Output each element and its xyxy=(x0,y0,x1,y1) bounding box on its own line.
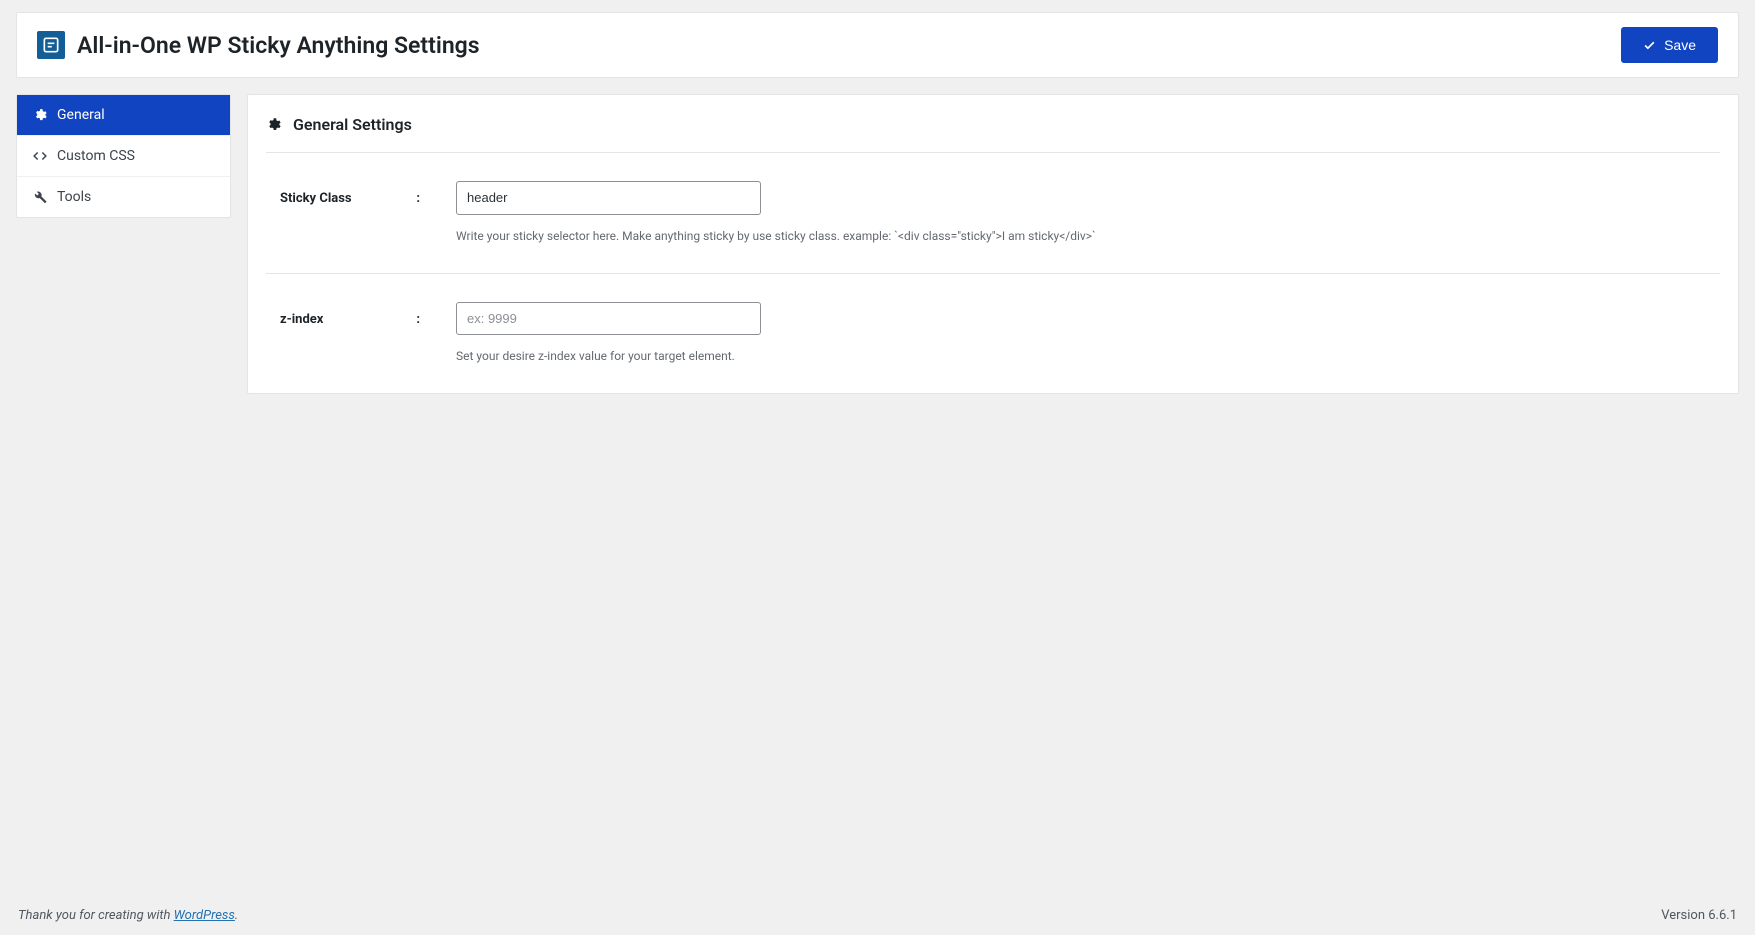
panel-title: General Settings xyxy=(266,115,1720,153)
field-input-wrap: Set your desire z-index value for your t… xyxy=(434,302,1720,366)
plugin-logo xyxy=(37,31,65,59)
wrench-icon xyxy=(33,190,47,204)
z-index-input[interactable] xyxy=(456,302,761,336)
save-button-label: Save xyxy=(1664,37,1696,53)
sidebar-item-general[interactable]: General xyxy=(17,95,230,136)
field-help-text: Write your sticky selector here. Make an… xyxy=(456,227,1720,245)
field-z-index: z-index : Set your desire z-index value … xyxy=(266,274,1720,366)
field-label: Sticky Class : xyxy=(266,181,434,206)
field-label-text: Sticky Class xyxy=(280,191,352,206)
plugin-logo-icon xyxy=(41,35,61,55)
code-icon xyxy=(33,149,47,163)
header-left: All-in-One WP Sticky Anything Settings xyxy=(37,31,480,59)
panel-title-text: General Settings xyxy=(293,115,412,134)
main-content: General Custom CSS Tools General Setting… xyxy=(0,78,1755,900)
footer-thanks-prefix: Thank you for creating with xyxy=(18,908,174,923)
gear-icon xyxy=(266,117,281,132)
settings-panel: General Settings Sticky Class : Write yo… xyxy=(247,94,1739,394)
page-title: All-in-One WP Sticky Anything Settings xyxy=(77,32,480,59)
gear-icon xyxy=(33,108,47,122)
sidebar-item-label: General xyxy=(57,107,105,123)
wordpress-link[interactable]: WordPress xyxy=(174,908,235,923)
footer-version: Version 6.6.1 xyxy=(1661,908,1737,923)
sidebar-item-tools[interactable]: Tools xyxy=(17,177,230,217)
sticky-class-input[interactable] xyxy=(456,181,761,215)
field-label-text: z-index xyxy=(280,312,323,327)
sidebar-item-label: Custom CSS xyxy=(57,148,135,164)
sidebar-item-label: Tools xyxy=(57,189,91,205)
footer-thanks: Thank you for creating with WordPress. xyxy=(18,908,238,923)
field-sticky-class: Sticky Class : Write your sticky selecto… xyxy=(266,153,1720,274)
page-footer: Thank you for creating with WordPress. V… xyxy=(0,900,1755,935)
field-input-wrap: Write your sticky selector here. Make an… xyxy=(434,181,1720,245)
field-colon: : xyxy=(416,191,420,206)
field-help-text: Set your desire z-index value for your t… xyxy=(456,347,1720,365)
check-icon xyxy=(1643,39,1656,52)
sidebar-item-custom-css[interactable]: Custom CSS xyxy=(17,136,230,177)
field-label: z-index : xyxy=(266,302,434,327)
settings-header: All-in-One WP Sticky Anything Settings S… xyxy=(16,12,1739,78)
save-button[interactable]: Save xyxy=(1621,27,1718,63)
settings-sidebar: General Custom CSS Tools xyxy=(16,94,231,218)
field-colon: : xyxy=(416,312,420,327)
footer-thanks-suffix: . xyxy=(235,908,238,923)
